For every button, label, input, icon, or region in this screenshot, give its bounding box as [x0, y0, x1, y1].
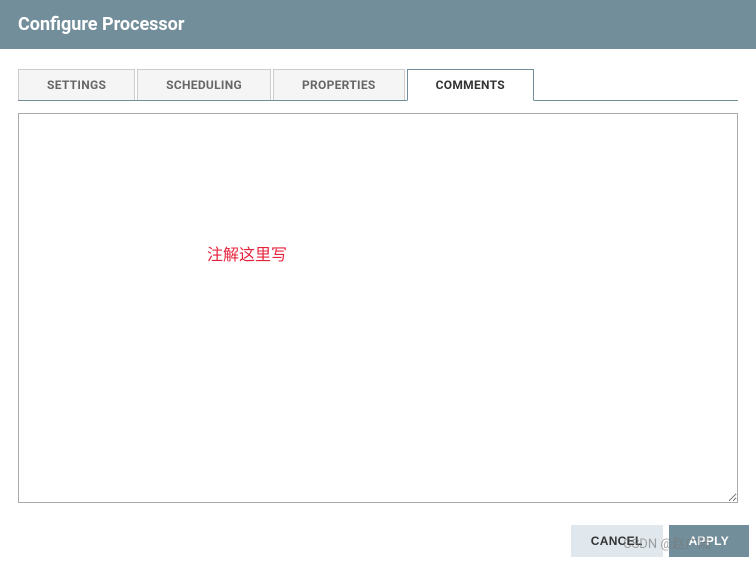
- dialog-header: Configure Processor: [0, 0, 756, 49]
- apply-button[interactable]: APPLY: [669, 525, 749, 557]
- cancel-button[interactable]: CANCEL: [571, 525, 663, 557]
- dialog-title: Configure Processor: [18, 14, 184, 35]
- comments-textarea[interactable]: [18, 113, 738, 503]
- tab-bar: SETTINGS SCHEDULING PROPERTIES COMMENTS: [18, 69, 738, 101]
- tab-settings[interactable]: SETTINGS: [18, 69, 135, 100]
- tab-properties[interactable]: PROPERTIES: [273, 69, 405, 100]
- dialog-content: SETTINGS SCHEDULING PROPERTIES COMMENTS: [0, 49, 756, 507]
- tab-content-comments: [18, 101, 738, 507]
- tab-comments[interactable]: COMMENTS: [407, 69, 534, 101]
- tab-scheduling[interactable]: SCHEDULING: [137, 69, 271, 100]
- dialog-footer: CANCEL APPLY: [564, 520, 756, 562]
